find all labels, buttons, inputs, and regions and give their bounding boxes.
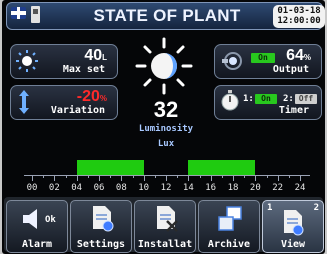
archive-button[interactable]: Archive (198, 200, 260, 253)
archive-label: Archive (207, 239, 251, 250)
timeline-tick-label: 18 (227, 183, 239, 193)
timer-label: Timer (278, 105, 309, 116)
variation-label: Variation (50, 105, 105, 116)
header-bar: STATE OF PLANT 01-03-18 12:00:00 (6, 2, 325, 30)
settings-button[interactable]: Settings (70, 200, 132, 253)
timeline-tick-label: 08 (115, 183, 127, 193)
install-label: Installat (137, 239, 193, 250)
timeline-tick-label: 20 (249, 183, 261, 193)
variation-panel[interactable]: -20% Variation (10, 85, 118, 120)
output-number: 64 (286, 47, 304, 64)
timeline-tick (210, 175, 212, 181)
date-time-display[interactable]: 01-03-18 12:00:00 (273, 5, 325, 28)
sun-small-icon (16, 50, 38, 72)
timeline-tick-label: 10 (138, 183, 150, 193)
on-period-bar (188, 160, 256, 175)
up-down-arrow-icon (19, 90, 29, 114)
timeline-tick-label: 14 (182, 183, 194, 193)
settings-label: Settings (76, 239, 126, 250)
view-label: View (280, 239, 306, 250)
timeline-tick (99, 175, 100, 181)
install-button[interactable]: Installat (134, 200, 196, 253)
timeline-tick (76, 175, 78, 181)
time-text: 12:00:00 (277, 16, 321, 26)
bottom-toolbar: Ok Alarm Settings Installat Archive 1 2 … (4, 197, 324, 253)
light-bulb-icon (222, 52, 242, 70)
output-panel[interactable]: On 64% Output (214, 44, 322, 79)
output-value: 64% (286, 47, 311, 65)
timeline-tick-label: 22 (272, 183, 284, 193)
timeline-tick (32, 175, 33, 181)
speaker-icon (23, 209, 37, 229)
timeline-tick (199, 175, 201, 178)
timeline-tick-label: 24 (294, 183, 306, 193)
timeline-tick (221, 175, 223, 178)
document-gear-icon (93, 206, 114, 232)
page-title: STATE OF PLANT (93, 6, 241, 25)
alarm-status: Ok (45, 215, 56, 225)
max-set-number: 40 (84, 47, 103, 64)
timeline-tick (65, 175, 67, 178)
sun-moon-icon (135, 37, 193, 95)
timeline-tick (288, 175, 290, 178)
timeline-tick-label: 12 (160, 183, 172, 193)
output-label: Output (272, 64, 309, 75)
output-unit: % (303, 53, 311, 62)
timeline-tick (43, 175, 45, 178)
document-tools-icon (157, 206, 178, 232)
alarm-label: Alarm (21, 239, 53, 250)
timer1-status: On (255, 94, 277, 104)
timeline-tick (110, 175, 112, 178)
timer1-num: 1: (243, 94, 254, 104)
stopwatch-icon (221, 90, 239, 111)
max-set-label: Max set (62, 64, 105, 75)
luminosity-unit: Lux (157, 139, 175, 149)
uk-flag-icon[interactable] (11, 7, 26, 19)
timeline-tick (132, 175, 134, 178)
timer-panel[interactable]: 1: On 2: Off Timer (214, 85, 322, 120)
output-status: On (251, 53, 275, 63)
on-period-bar (76, 160, 144, 175)
plant-screen: STATE OF PLANT 01-03-18 12:00:00 40L Max… (2, 0, 325, 254)
timeline-tick (54, 175, 56, 181)
luminosity-caption: Luminosity Lux (122, 122, 210, 152)
luminosity-label: Luminosity (138, 124, 194, 134)
timeline-tick (188, 175, 190, 181)
timeline-tick-label: 04 (71, 183, 83, 193)
timeline-tick (166, 175, 167, 181)
timeline-tick-label: 00 (26, 183, 38, 193)
alarm-button[interactable]: Ok Alarm (6, 200, 68, 253)
variation-unit: % (99, 94, 107, 103)
max-set-unit: L (102, 53, 107, 62)
document-view-icon (284, 210, 304, 236)
view-button[interactable]: 1 2 View (262, 200, 324, 253)
timeline-tick (266, 175, 268, 178)
timeline-tick (300, 175, 301, 181)
timeline-tick (255, 175, 257, 181)
max-set-panel[interactable]: 40L Max set (10, 44, 118, 79)
timeline-tick (143, 175, 145, 181)
luminosity-value: 32 (153, 97, 179, 122)
timeline-tick (177, 175, 179, 178)
variation-value: -20% (77, 88, 107, 106)
view-page-left: 1 (267, 203, 273, 213)
timer2-status: Off (295, 94, 317, 104)
max-set-value: 40L (84, 47, 107, 65)
timeline-tick (277, 175, 279, 181)
timeline-tick (87, 175, 89, 178)
timeline-tick (154, 175, 156, 178)
timer2-num: 2: (283, 94, 294, 104)
sd-card-icon (31, 6, 40, 23)
timeline-tick (244, 175, 246, 178)
variation-number: -20 (76, 88, 100, 105)
timeline-tick-label: 02 (48, 183, 60, 193)
date-text: 01-03-18 (277, 6, 321, 16)
timeline-tick-label: 06 (93, 183, 105, 193)
view-page-right: 2 (313, 203, 319, 213)
timeline-tick (121, 175, 123, 181)
windows-icon (218, 206, 242, 231)
timeline-tick (233, 175, 234, 181)
timeline-tick-label: 16 (205, 183, 217, 193)
